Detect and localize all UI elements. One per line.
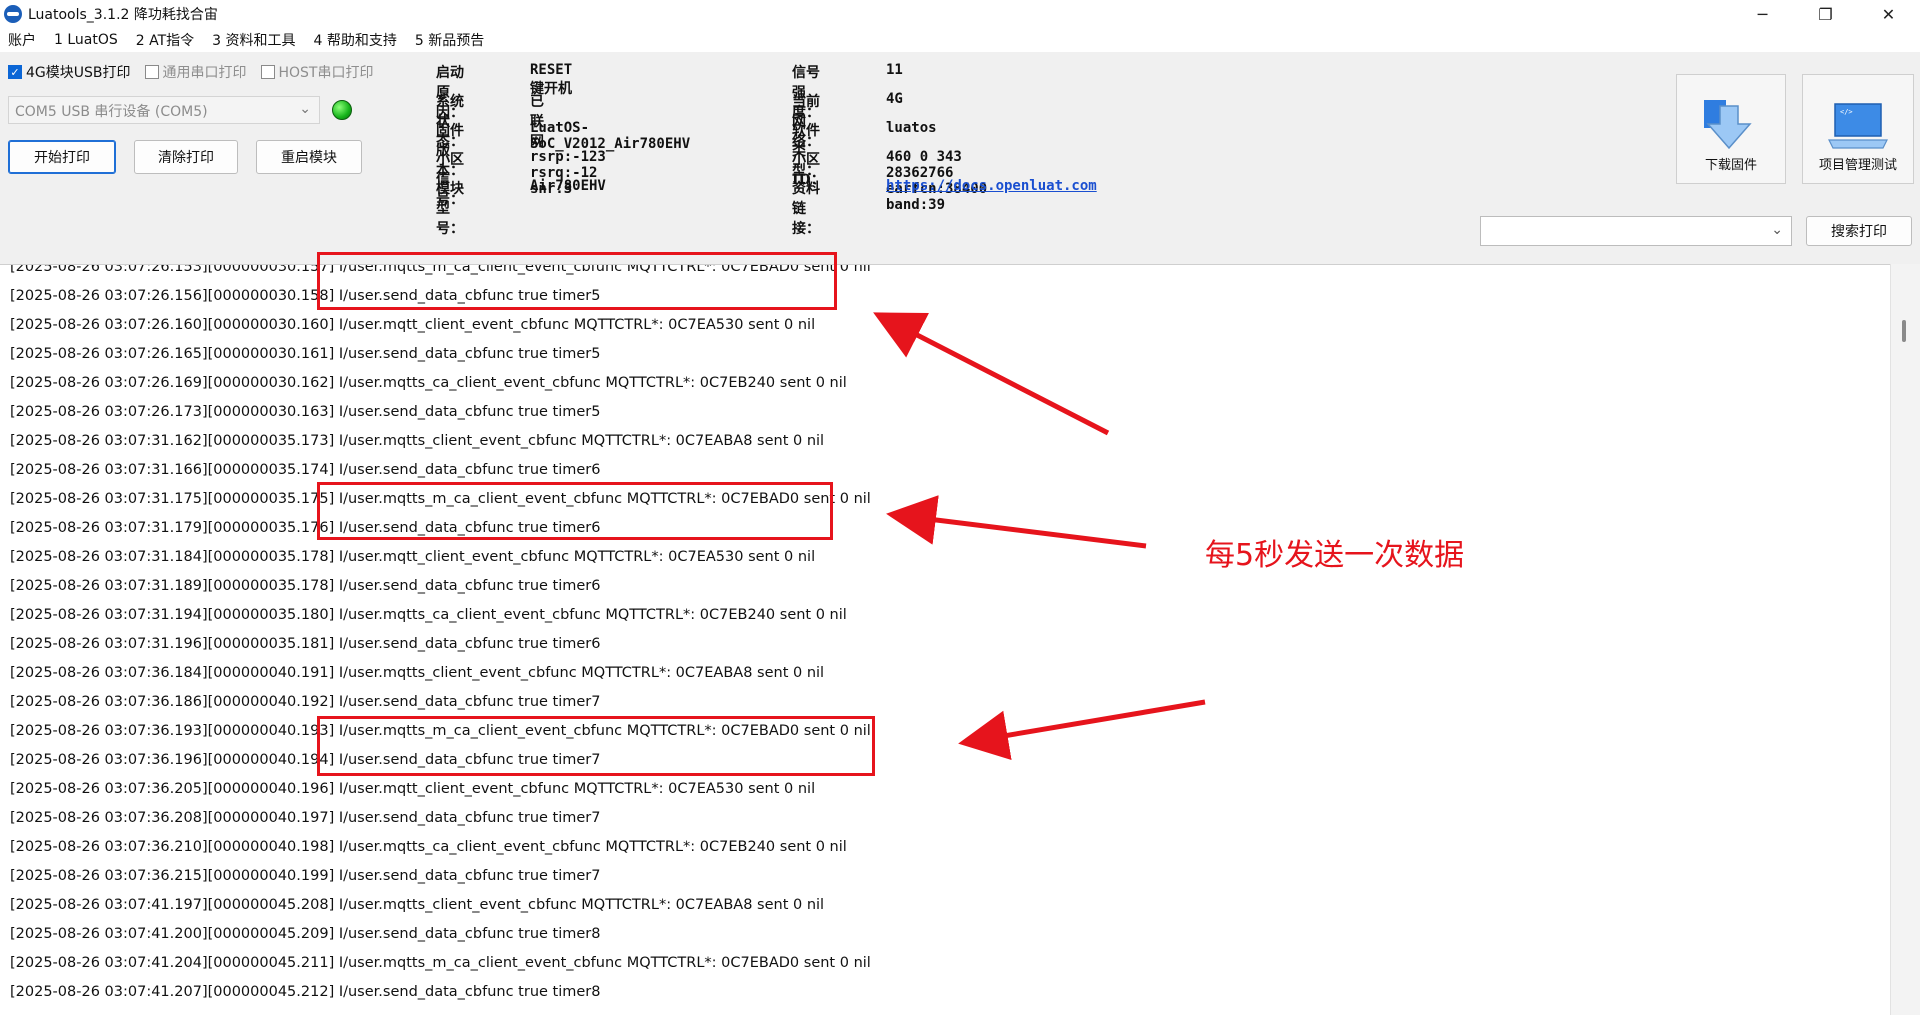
search-filter-select[interactable]: ⌄ <box>1480 216 1792 246</box>
highlight-box <box>317 716 875 776</box>
log-line: [2025-08-26 03:07:41.207][000000045.212]… <box>10 984 601 1000</box>
project-management-button[interactable]: </> 项目管理测试 <box>1802 74 1914 184</box>
project-management-label: 项目管理测试 <box>1818 158 1897 173</box>
current-network-value: 4G <box>886 91 903 107</box>
log-line: [2025-08-26 03:07:36.208][000000040.197]… <box>10 810 601 826</box>
start-print-button[interactable]: 开始打印 <box>8 140 116 174</box>
menu-new-products[interactable]: 5 新品预告 <box>415 30 484 50</box>
menu-at-commands[interactable]: 2 AT指令 <box>136 30 194 50</box>
minimize-button[interactable]: ─ <box>1731 0 1794 28</box>
log-line: [2025-08-26 03:07:26.173][000000030.163]… <box>10 404 601 420</box>
checkmark-icon: ✓ <box>8 65 22 79</box>
software-type-value: luatos <box>886 120 937 136</box>
log-line: [2025-08-26 03:07:26.160][000000030.160]… <box>10 317 816 333</box>
scrollbar-thumb[interactable] <box>1902 320 1906 342</box>
laptop-code-icon: </> <box>1828 103 1888 149</box>
chevron-down-icon: ⌄ <box>299 101 311 117</box>
app-logo-icon <box>4 5 22 23</box>
download-firmware-label: 下载固件 <box>1704 158 1757 173</box>
connection-status-led-icon <box>332 100 352 120</box>
menu-account[interactable]: 账户 <box>8 30 36 50</box>
module-model-value: Air780EHV <box>530 178 606 194</box>
maximize-button[interactable]: ❐ <box>1794 0 1857 28</box>
host-print-label: HOST串口打印 <box>278 65 374 81</box>
print-options: ✓ 4G模块USB打印 通用串口打印 HOST串口打印 <box>8 62 388 82</box>
log-line: [2025-08-26 03:07:31.196][000000035.181]… <box>10 636 601 652</box>
clear-print-button[interactable]: 清除打印 <box>134 140 238 174</box>
checkbox-empty-icon <box>260 65 275 79</box>
log-line: [2025-08-26 03:07:36.186][000000040.192]… <box>10 694 601 710</box>
log-line: [2025-08-26 03:07:31.166][000000035.174]… <box>10 462 601 478</box>
docs-link-label: 资料链接： <box>792 181 820 237</box>
highlight-box <box>317 482 833 540</box>
firmware-value: LuatOS-SoC_V2012_Air780EHV <box>530 120 691 152</box>
menu-resources-tools[interactable]: 3 资料和工具 <box>212 30 295 50</box>
log-line: [2025-08-26 03:07:31.189][000000035.178]… <box>10 578 601 594</box>
download-firmware-button[interactable]: 下载固件 <box>1676 74 1786 184</box>
log-line: [2025-08-26 03:07:36.205][000000040.196]… <box>10 781 816 797</box>
close-button[interactable]: ✕ <box>1857 0 1920 28</box>
log-line: [2025-08-26 03:07:26.169][000000030.162]… <box>10 375 847 391</box>
highlight-box <box>317 252 837 310</box>
menu-help-support[interactable]: 4 帮助和支持 <box>314 30 397 50</box>
signal-strength-value: 11 <box>886 62 903 78</box>
port-select-value: COM5 USB 串行设备 (COM5) <box>15 104 208 120</box>
window-title: Luatools_3.1.2 降功耗找合宙 <box>28 7 218 23</box>
window-controls: ─ ❐ ✕ <box>1731 0 1920 28</box>
log-line: [2025-08-26 03:07:36.184][000000040.191]… <box>10 665 825 681</box>
log-line: [2025-08-26 03:07:31.194][000000035.180]… <box>10 607 847 623</box>
log-line: [2025-08-26 03:07:41.200][000000045.209]… <box>10 926 601 942</box>
svg-text:</>: </> <box>1840 108 1853 116</box>
log-output[interactable]: [2025-08-26 03:07:26.153][000000030.157]… <box>0 264 1890 1015</box>
menu-luatos[interactable]: 1 LuatOS <box>54 32 118 48</box>
host-print-checkbox[interactable]: HOST串口打印 <box>260 62 374 82</box>
serial-print-label: 通用串口打印 <box>162 65 247 81</box>
chevron-down-icon: ⌄ <box>1771 222 1783 238</box>
control-panel: ✓ 4G模块USB打印 通用串口打印 HOST串口打印 COM5 USB 串行设… <box>0 52 1920 264</box>
log-line: [2025-08-26 03:07:41.197][000000045.208]… <box>10 897 825 913</box>
usb-print-checkbox[interactable]: ✓ 4G模块USB打印 <box>8 62 131 82</box>
log-line: [2025-08-26 03:07:36.210][000000040.198]… <box>10 839 847 855</box>
title-bar: Luatools_3.1.2 降功耗找合宙 ─ ❐ ✕ <box>0 0 1920 28</box>
usb-print-label: 4G模块USB打印 <box>26 65 131 81</box>
docs-link[interactable]: https://docs.openluat.com <box>886 178 1097 194</box>
serial-print-checkbox[interactable]: 通用串口打印 <box>144 62 247 82</box>
log-line: [2025-08-26 03:07:36.215][000000040.199]… <box>10 868 601 884</box>
annotation-caption: 每5秒发送一次数据 <box>1205 538 1465 573</box>
log-line: [2025-08-26 03:07:26.165][000000030.161]… <box>10 346 601 362</box>
download-firmware-icon <box>1704 100 1752 150</box>
port-select[interactable]: COM5 USB 串行设备 (COM5) ⌄ <box>8 96 320 124</box>
checkbox-empty-icon <box>144 65 159 79</box>
log-scrollbar[interactable] <box>1890 264 1920 1015</box>
log-line: [2025-08-26 03:07:31.162][000000035.173]… <box>10 433 825 449</box>
search-print-button[interactable]: 搜索打印 <box>1806 216 1912 246</box>
menu-bar: 账户 1 LuatOS 2 AT指令 3 资料和工具 4 帮助和支持 5 新品预… <box>0 28 1920 52</box>
log-line: [2025-08-26 03:07:31.184][000000035.178]… <box>10 549 816 565</box>
module-model-label: 模块型号： <box>436 181 464 237</box>
restart-module-button[interactable]: 重启模块 <box>256 140 362 174</box>
log-line: [2025-08-26 03:07:41.204][000000045.211]… <box>10 955 871 971</box>
